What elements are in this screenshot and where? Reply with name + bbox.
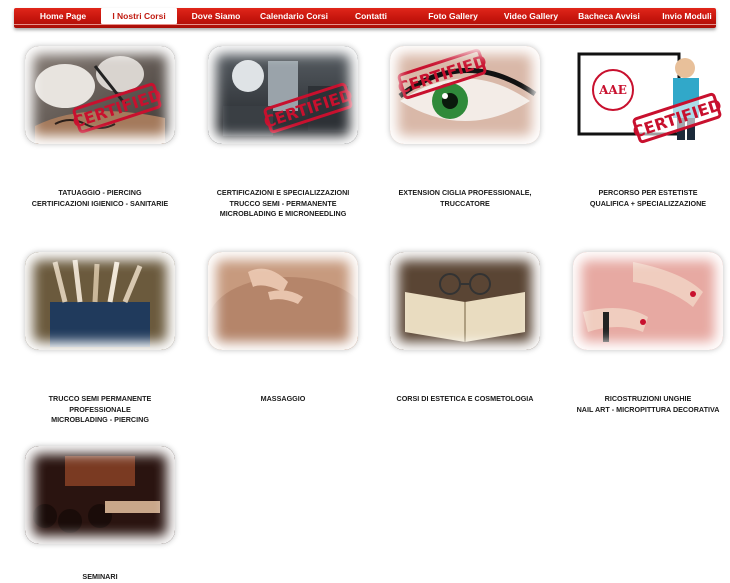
- caption-line: TRUCCO SEMI PERMANENTE: [48, 394, 152, 403]
- caption-line: PERCORSO PER ESTETISTE: [598, 188, 698, 197]
- caption-line: EXTENSION CIGLIA PROFESSIONALE,: [398, 188, 532, 197]
- course-caption[interactable]: TATUAGGIO - PIERCING CERTIFICAZIONI IGIE…: [15, 188, 185, 209]
- image-fade: [573, 252, 723, 350]
- caption-line: CORSI DI ESTETICA E COSMETOLOGIA: [396, 394, 534, 403]
- course-grid: CERTIFIED TATUAGGIO - PIERCING CERTIFICA…: [0, 0, 730, 582]
- aae-logo: AAE: [598, 83, 627, 97]
- image-fade: [208, 46, 358, 144]
- course-caption[interactable]: EXTENSION CIGLIA PROFESSIONALE, TRUCCATO…: [380, 188, 550, 209]
- image-fade: [390, 252, 540, 350]
- caption-line: RICOSTRUZIONI UNGHIE: [604, 394, 692, 403]
- caption-line: MICROBLADING E MICRONEEDLING: [219, 209, 347, 218]
- course-caption[interactable]: CERTIFICAZIONI E SPECIALIZZAZIONI TRUCCO…: [198, 188, 368, 220]
- caption-line: MASSAGGIO: [260, 394, 306, 403]
- caption-line: SEMINARI: [82, 572, 118, 581]
- course-image-trucco[interactable]: [25, 252, 175, 350]
- course-image-percorso-estetiste[interactable]: AAE CERTIFIED: [573, 46, 723, 144]
- course-image-unghie[interactable]: [573, 252, 723, 350]
- course-caption[interactable]: CORSI DI ESTETICA E COSMETOLOGIA: [380, 394, 550, 405]
- image-fade: [25, 446, 175, 544]
- caption-line: NAIL ART - MICROPITTURA DECORATIVA: [576, 404, 720, 414]
- image-fade: [390, 46, 540, 144]
- course-caption[interactable]: SEMINARI: [15, 572, 185, 583]
- course-image-massaggio[interactable]: [208, 252, 358, 350]
- course-caption[interactable]: TRUCCO SEMI PERMANENTE PROFESSIONALE MIC…: [15, 394, 185, 426]
- image-fade: [25, 252, 175, 350]
- course-image-certificazioni[interactable]: CERTIFIED: [208, 46, 358, 144]
- caption-line: PROFESSIONALE: [69, 404, 131, 414]
- course-caption[interactable]: PERCORSO PER ESTETISTE QUALIFICA + SPECI…: [563, 188, 730, 209]
- caption-line: TRUCCATORE: [440, 198, 490, 208]
- course-image-seminari[interactable]: [25, 446, 175, 544]
- caption-line: CERTIFICAZIONI E SPECIALIZZAZIONI: [216, 188, 350, 197]
- image-fade: [208, 252, 358, 350]
- caption-line: TRUCCO SEMI - PERMANENTE: [229, 198, 337, 208]
- course-image-estetica[interactable]: [390, 252, 540, 350]
- course-image-extension-ciglia[interactable]: CERTIFIED: [390, 46, 540, 144]
- caption-line: TATUAGGIO - PIERCING: [58, 188, 142, 197]
- course-caption[interactable]: RICOSTRUZIONI UNGHIE NAIL ART - MICROPIT…: [563, 394, 730, 415]
- course-image-tatuaggio[interactable]: CERTIFIED: [25, 46, 175, 144]
- image-fade: [25, 46, 175, 144]
- caption-line: QUALIFICA + SPECIALIZZAZIONE: [589, 198, 707, 208]
- course-caption[interactable]: MASSAGGIO: [198, 394, 368, 405]
- caption-line: CERTIFICAZIONI IGIENICO - SANITARIE: [31, 198, 169, 208]
- caption-line: MICROBLADING - PIERCING: [51, 415, 149, 424]
